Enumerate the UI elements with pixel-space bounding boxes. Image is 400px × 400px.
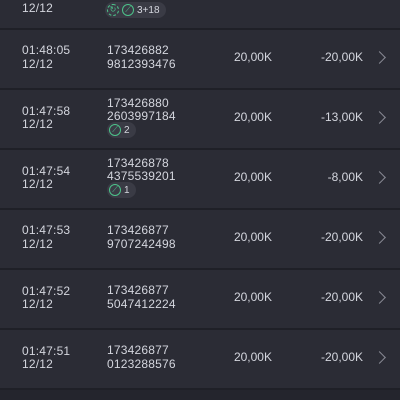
chevron-right-icon[interactable] bbox=[373, 291, 386, 304]
row-date: 12/12 bbox=[22, 357, 54, 371]
row-diff: -20,00K bbox=[320, 350, 363, 364]
row-id: 173426882 bbox=[107, 43, 169, 57]
row-id: 173426877 bbox=[107, 343, 169, 357]
transaction-list: 12/12 ↻ ⟋ 3+18 01:48:05 12/12 173426882 … bbox=[0, 0, 400, 400]
row-diff: -20,00K bbox=[320, 230, 363, 244]
chevron-right-icon[interactable] bbox=[373, 51, 386, 64]
row-subid: 9707242498 bbox=[107, 237, 176, 251]
list-item[interactable]: 01:47:54 12/12 173426878 4375539201 ⟋ 1 … bbox=[0, 150, 400, 208]
row-subid: 5047412224 bbox=[107, 297, 176, 311]
divider bbox=[0, 388, 400, 390]
row-time: 01:47:53 bbox=[22, 223, 71, 237]
row-date: 12/12 bbox=[22, 117, 54, 131]
list-item[interactable]: 12/12 ↻ ⟋ 3+18 bbox=[0, 0, 400, 28]
refresh-icon: ↻ bbox=[107, 4, 119, 16]
badge-pill: ⟋ 1 bbox=[107, 182, 136, 198]
row-amount: 20,00K bbox=[233, 110, 272, 124]
row-id: 173426877 bbox=[107, 223, 169, 237]
row-date: 12/12 bbox=[22, 177, 54, 191]
row-diff: -8,00K bbox=[327, 170, 363, 184]
row-amount: 20,00K bbox=[233, 230, 272, 244]
row-amount: 20,00K bbox=[233, 350, 272, 364]
list-item[interactable]: 01:47:58 12/12 173426880 2603997184 ⟋ 2 … bbox=[0, 90, 400, 148]
row-date: 12/12 bbox=[22, 237, 54, 251]
row-date: 12/12 bbox=[22, 297, 54, 311]
pin-icon: ⟋ bbox=[109, 124, 121, 136]
list-item[interactable]: 01:47:53 12/12 173426877 9707242498 20,0… bbox=[0, 210, 400, 268]
row-diff: -13,00K bbox=[320, 110, 363, 124]
chevron-right-icon[interactable] bbox=[373, 351, 386, 364]
row-date: 12/12 bbox=[22, 57, 54, 71]
row-id: 173426877 bbox=[107, 283, 169, 297]
row-time: 01:47:54 bbox=[22, 164, 71, 178]
list-item[interactable]: 01:48:05 12/12 173426882 9812393476 20,0… bbox=[0, 30, 400, 88]
chevron-right-icon[interactable] bbox=[373, 231, 386, 244]
row-time: 01:47:58 bbox=[22, 104, 71, 118]
row-id: 173426878 bbox=[107, 156, 169, 170]
chevron-right-icon[interactable] bbox=[373, 111, 386, 124]
pin-icon: ⟋ bbox=[109, 184, 121, 196]
row-amount: 20,00K bbox=[233, 50, 272, 64]
row-id: 173426880 bbox=[107, 96, 169, 110]
badge-count: 2 bbox=[124, 124, 130, 136]
row-amount: 20,00K bbox=[233, 290, 272, 304]
row-time: 01:48:05 bbox=[22, 43, 71, 57]
row-subid: 4375539201 bbox=[107, 169, 176, 183]
badge-count: 1 bbox=[124, 184, 130, 196]
row-time: 01:47:51 bbox=[22, 344, 71, 358]
row-diff: -20,00K bbox=[320, 290, 363, 304]
row-date: 12/12 bbox=[22, 1, 54, 15]
row-amount: 20,00K bbox=[233, 170, 272, 184]
row-time: 01:47:52 bbox=[22, 284, 71, 298]
badge-pill: ↻ ⟋ 3+18 bbox=[105, 2, 166, 18]
badge-pill: ⟋ 2 bbox=[107, 122, 136, 138]
pin-icon: ⟋ bbox=[122, 4, 134, 16]
badge-count: 3+18 bbox=[137, 4, 160, 16]
list-item[interactable]: 01:47:52 12/12 173426877 5047412224 20,0… bbox=[0, 270, 400, 328]
chevron-right-icon[interactable] bbox=[373, 171, 386, 184]
row-subid: 9812393476 bbox=[107, 57, 176, 71]
row-subid: 2603997184 bbox=[107, 109, 176, 123]
row-diff: -20,00K bbox=[320, 50, 363, 64]
row-subid: 0123288576 bbox=[107, 357, 176, 371]
list-item[interactable]: 01:47:51 12/12 173426877 0123288576 20,0… bbox=[0, 330, 400, 388]
